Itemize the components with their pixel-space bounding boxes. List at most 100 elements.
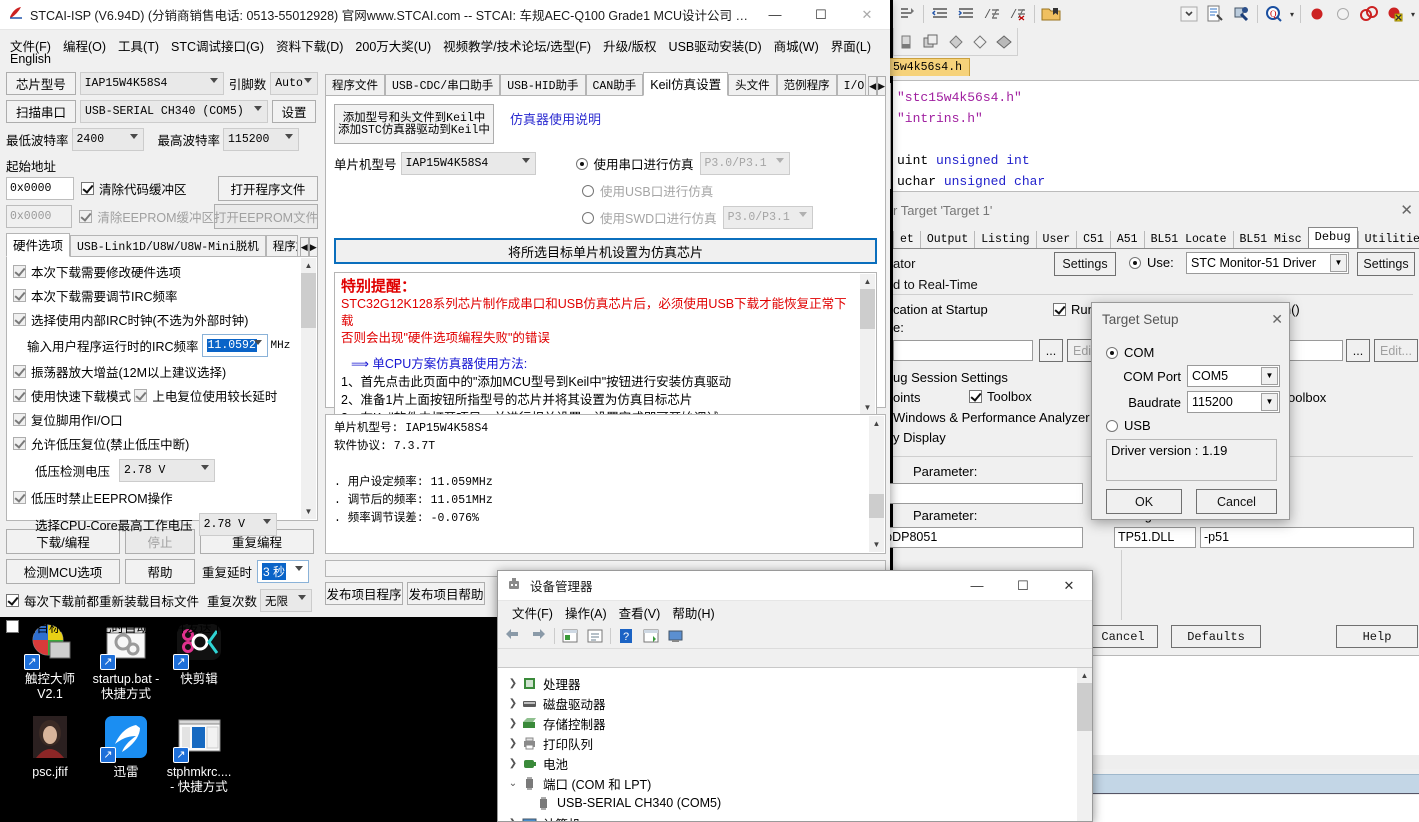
parameter-left-input-2[interactable]: -pDP8051 [877, 527, 1083, 548]
repeat-count-combo[interactable]: 无限 [260, 589, 313, 612]
pin-count-combo[interactable]: Auto [270, 72, 318, 95]
radio-icon[interactable] [582, 184, 594, 197]
left-tabstrip[interactable]: 硬件选项 USB-Link1D/U8W/U8W-Mini脱机 程序加 ◀ ▶ [6, 233, 318, 257]
use-radio-icon[interactable] [1129, 256, 1141, 269]
checkbox-icon[interactable] [13, 389, 26, 402]
menu-help[interactable]: 帮助(H) [666, 601, 720, 624]
scrollbar-thumb[interactable] [301, 273, 316, 328]
simulator-settings-button[interactable]: Settings [1054, 252, 1116, 276]
comment-icon[interactable]: // [982, 4, 1002, 24]
tree-item-ports[interactable]: ⌄ 端口 (COM 和 LPT) [505, 773, 1092, 793]
monitor-icon[interactable] [666, 626, 686, 646]
tab-a51[interactable]: A51 [1109, 231, 1144, 248]
scroll-down-icon[interactable]: ▼ [301, 504, 316, 519]
checkbox-icon[interactable] [6, 594, 19, 607]
breakpoint-disabled-icon[interactable] [1333, 4, 1353, 24]
main-tab-scroll-right-icon[interactable]: ▶ [877, 76, 886, 96]
menu-upgrade[interactable]: 升级/版权 [597, 34, 662, 57]
device-tree-scrollbar[interactable]: ▲ [1077, 668, 1092, 821]
checkbox-icon[interactable] [13, 313, 26, 326]
tree-item-processors[interactable]: ❯ 处理器 [505, 673, 1092, 693]
minimize-button[interactable]: — [954, 571, 1000, 601]
menu-video[interactable]: 视频教学/技术论坛/选型(F) [437, 34, 597, 57]
lowvoltage-detect-combo[interactable]: 2.78 V [119, 459, 216, 482]
radio-icon[interactable] [1106, 346, 1118, 359]
chevron-down-icon[interactable] [253, 340, 262, 345]
scrollbar-thumb[interactable] [869, 494, 884, 518]
maximize-button[interactable]: ☐ [798, 0, 844, 30]
chevron-down-icon[interactable]: ▼ [1261, 367, 1278, 385]
com-port-combo[interactable]: COM5 ▼ [1187, 365, 1280, 387]
chevron-down-icon[interactable] [521, 158, 530, 163]
baudrate-row[interactable]: 最低波特率 2400 最高波特率 115200 [6, 128, 318, 151]
use-driver-radio[interactable]: Use: [1129, 255, 1174, 270]
tab-io-config[interactable]: I/O口配 [836, 74, 867, 96]
scan-port-button[interactable]: 扫描串口 [6, 100, 76, 123]
edit-right-button[interactable]: Edit... [1374, 339, 1418, 362]
com-port-row[interactable]: COM Port COM5 ▼ [1120, 365, 1280, 387]
tree-item-usb-serial-ch340[interactable]: USB-SERIAL CH340 (COM5) [505, 793, 1092, 813]
stc-menubar[interactable]: 文件(F) 编程(O) 工具(T) STC调试接口(G) 资料下载(D) 200… [0, 30, 890, 54]
breakpoint-icon[interactable] [1307, 4, 1327, 24]
open-program-file-button[interactable]: 打开程序文件 [218, 176, 318, 201]
dialog-dll-input[interactable]: TP51.DLL [1114, 527, 1196, 548]
show-hidden-icon[interactable] [560, 626, 580, 646]
chevron-down-icon[interactable] [304, 78, 312, 83]
chevron-right-icon[interactable]: ❯ [505, 718, 521, 729]
scrollbar-thumb[interactable] [860, 289, 875, 329]
chevron-right-icon[interactable]: ❯ [505, 738, 521, 749]
tab-program-file[interactable]: 程序文件 [325, 74, 385, 96]
stc-main-panel[interactable]: 程序文件 USB-CDC/串口助手 USB-HID助手 CAN助手 Keil仿真… [325, 72, 886, 605]
driver-settings-button[interactable]: Settings [1357, 252, 1415, 276]
breakpoint-toggle-icon[interactable] [1359, 4, 1379, 24]
radio-icon[interactable] [1106, 419, 1118, 432]
chevron-down-icon[interactable] [1179, 4, 1199, 24]
bookmark-folder-icon[interactable] [1041, 4, 1061, 24]
parameter-left-input-1[interactable] [877, 483, 1083, 504]
keil-code-editor[interactable]: "stc15w4k56s4.h" "intrins.h" uint unsign… [883, 80, 1419, 192]
checkbox-icon[interactable] [13, 289, 26, 302]
chevron-down-icon[interactable] [798, 212, 807, 217]
usb-radio[interactable]: USB [1106, 418, 1151, 433]
checkbox-icon[interactable] [13, 365, 26, 378]
forward-icon[interactable] [529, 626, 549, 646]
magnify-icon[interactable]: Q [1264, 4, 1284, 24]
chevron-down-icon[interactable] [285, 134, 294, 139]
chevron-right-icon[interactable]: ❯ [505, 818, 521, 822]
checkbox-icon[interactable] [81, 182, 94, 195]
tab-c51[interactable]: C51 [1076, 231, 1110, 248]
mcu-model-combo[interactable]: IAP15W4K58S4 [400, 152, 536, 175]
help-button[interactable]: 帮助 [125, 559, 195, 584]
tab-header-files[interactable]: 头文件 [728, 74, 777, 96]
chevron-down-icon[interactable] [201, 465, 210, 470]
detect-mcu-options-button[interactable]: 检测MCU选项 [6, 559, 120, 584]
sim-serial-radio[interactable]: 使用串口进行仿真 P3.0/P3.1 [575, 152, 790, 175]
tab-target[interactable]: et [893, 231, 920, 248]
chevron-right-icon[interactable]: ❯ [505, 678, 521, 689]
keil-toolbar-row1[interactable]: // // Q ▾ ▾ [893, 0, 1419, 28]
notice-scrollbar[interactable]: ▲ ▼ [860, 274, 875, 415]
irc-frequency-row[interactable]: 输入用户程序运行时的IRC频率 11.0592 MHz [27, 334, 297, 357]
tab-scroll-left-icon[interactable]: ◀ [299, 237, 309, 257]
option-modify-hw[interactable]: 本次下载需要修改硬件选项 [13, 262, 181, 281]
chevron-down-icon[interactable] [295, 566, 304, 571]
autoload-on-change-checkbox[interactable]: 当目标文件变化时自动装载并发送下载命令 [6, 617, 262, 636]
chevron-down-icon[interactable] [775, 158, 784, 163]
reload-row[interactable]: 每次下载前都重新装载目标文件 重复次数 无限 [6, 589, 318, 612]
baudrate-combo[interactable]: 115200 ▼ [1187, 391, 1280, 413]
maximize-button[interactable]: ☐ [1000, 571, 1046, 601]
sim-swd-radio[interactable]: 使用SWD口进行仿真 P3.0/P3.1 [582, 206, 877, 229]
tab-scroll-right-icon[interactable]: ▶ [308, 237, 318, 257]
radio-icon[interactable] [582, 211, 594, 224]
hardware-options-panel[interactable]: 本次下载需要修改硬件选项 本次下载需要调节IRC频率 选择使用内部IRC时钟(不… [6, 256, 318, 536]
keil-file-tab[interactable]: 5w4k56s4.h [885, 58, 971, 76]
open-eeprom-file-button[interactable]: 打开EEPROM文件 [214, 204, 318, 229]
checkbox-icon[interactable] [6, 620, 19, 633]
cpu-core-voltage-combo[interactable]: 2.78 V [198, 513, 277, 536]
max-baud-combo[interactable]: 115200 [223, 128, 300, 151]
scan-icon[interactable] [641, 626, 661, 646]
checkbox-icon[interactable] [134, 389, 148, 402]
chevron-down-icon[interactable] [209, 78, 218, 83]
device-tree[interactable]: ❯ 处理器 ❯ 磁盘驱动器 ❯ 存储控制器 ❯ 打印队列 ❯ 电池 ⌄ 端口 (… [498, 667, 1092, 821]
indent-left-icon[interactable] [930, 4, 950, 24]
